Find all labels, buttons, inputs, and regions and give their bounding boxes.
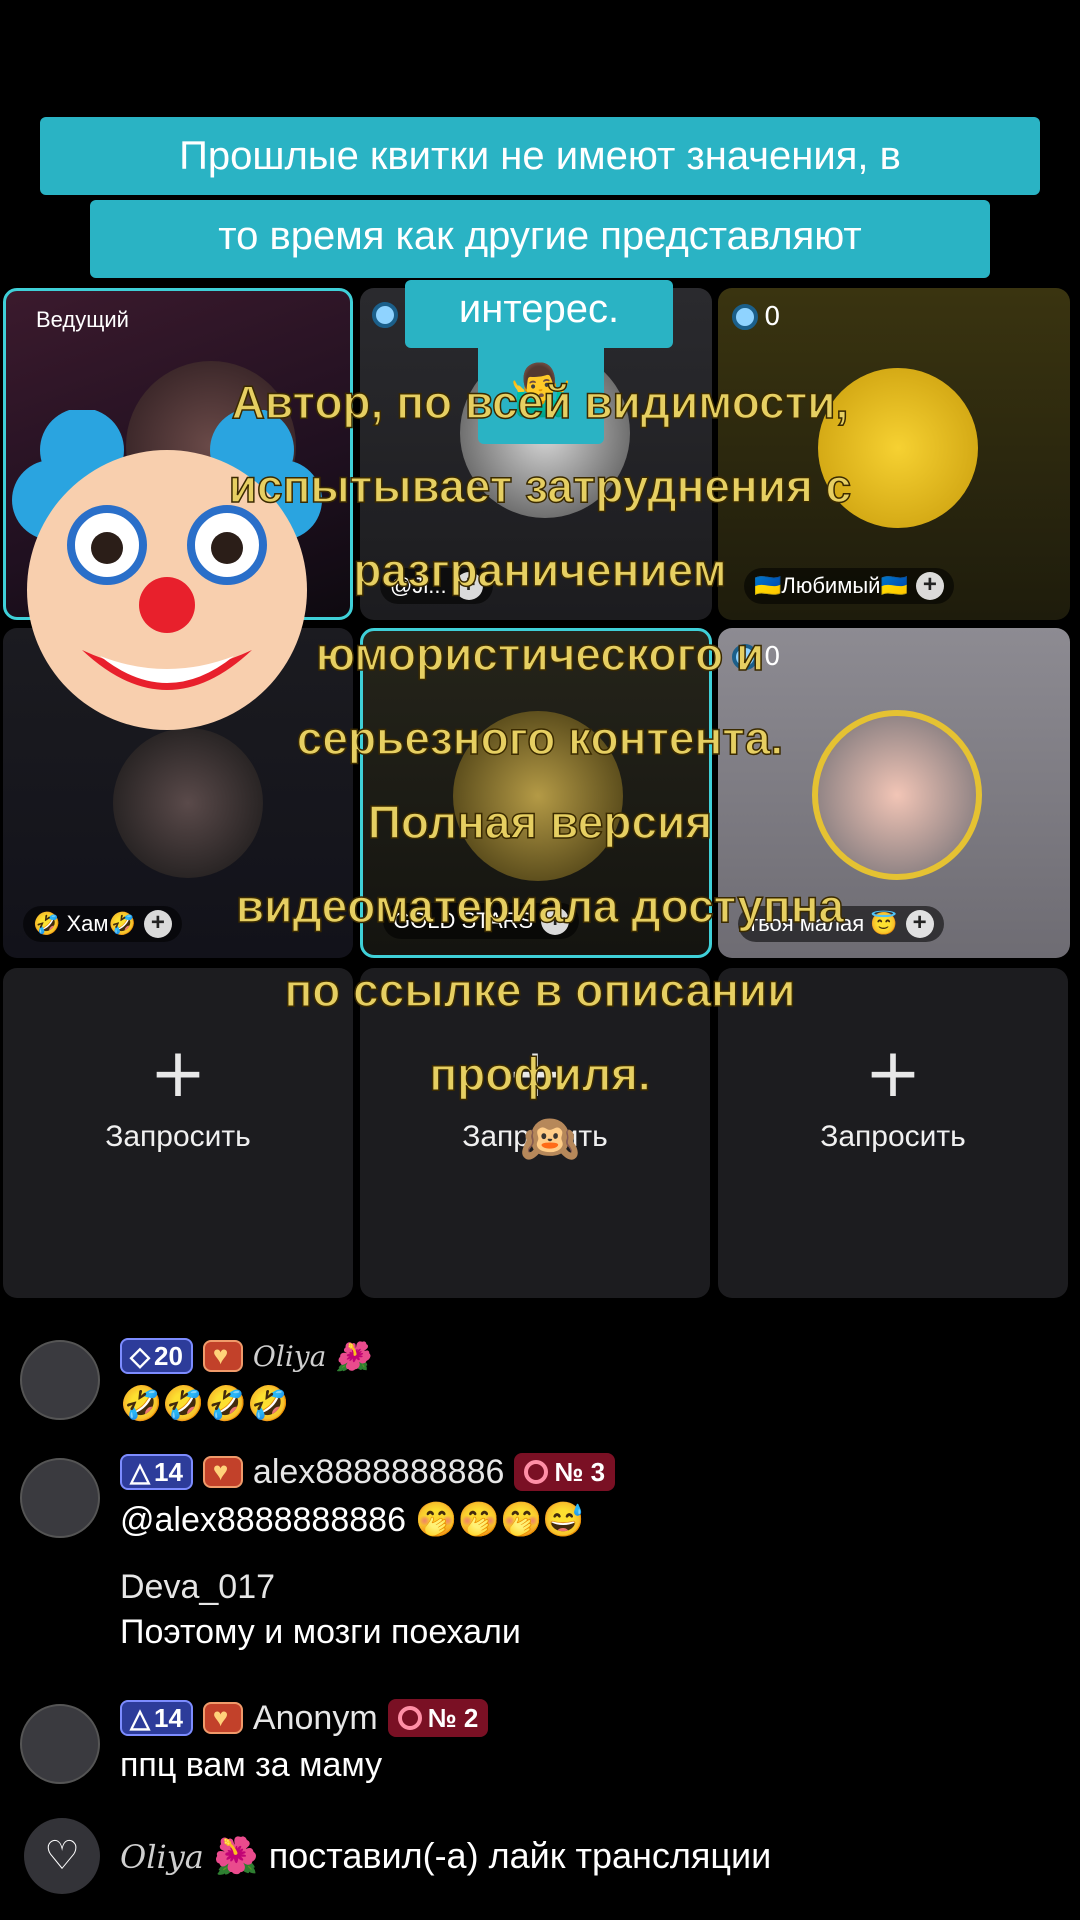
chat-body: △ 14 Anonym № 2 ппц вам за маму <box>120 1696 489 1785</box>
rank-value: № 3 <box>554 1456 606 1487</box>
chat-body: ◇ 20 Oliya 🌺 🤣🤣🤣🤣 <box>120 1334 370 1424</box>
username[interactable]: Anonym <box>253 1699 378 1738</box>
rank-badge: № 2 <box>387 1699 489 1737</box>
level-value: 14 <box>154 1702 183 1733</box>
overlay-line: юмористического и <box>315 627 765 681</box>
username[interactable]: Oliya <box>120 1838 204 1876</box>
heart-icon[interactable]: ♡ <box>24 1818 100 1894</box>
username[interactable]: Deva_017 <box>120 1568 521 1607</box>
rank-ring-icon <box>524 1460 549 1484</box>
overlay-text: Автор, по всей видимости, испытывает зат… <box>100 360 980 1116</box>
message-text: Поэтому и мозги поехали <box>120 1613 521 1651</box>
like-message: поставил(-а) лайк трансляции <box>268 1835 772 1876</box>
caption-line: Прошлые квитки не имеют значения, в <box>40 117 1040 195</box>
overlay-line: по ссылке в описании <box>284 963 797 1017</box>
like-text: Oliya 🌺 поставил(-а) лайк трансляции <box>120 1835 771 1877</box>
chat-body: Deva_017 Поэтому и мозги поехали <box>120 1568 521 1652</box>
fan-badge-icon <box>202 1456 243 1488</box>
star-icon <box>732 304 758 330</box>
overlay-line: Автор, по всей видимости, <box>231 375 849 429</box>
level-badge: △ 14 <box>120 1700 193 1736</box>
host-label: Ведущий <box>36 307 129 332</box>
request-label: Запросить <box>820 1120 966 1153</box>
level-badge: ◇ 20 <box>120 1338 193 1374</box>
viewer-count-badge: 0 <box>732 302 781 332</box>
avatar[interactable] <box>20 1704 100 1784</box>
rank-ring-icon <box>397 1706 422 1730</box>
overlay-line: видеоматериала доступна <box>235 879 845 933</box>
star-icon <box>372 302 398 328</box>
hear-no-evil-monkey-icon: 🙉 <box>520 1111 580 1167</box>
count-value: 0 <box>764 302 781 332</box>
avatar[interactable] <box>20 1458 100 1538</box>
message-text: @alex8888888886 🤭🤭🤭😅 <box>120 1501 585 1539</box>
like-notification: ♡ Oliya 🌺 поставил(-а) лайк трансляции <box>24 1818 771 1894</box>
username[interactable]: alex8888888886 <box>253 1453 504 1492</box>
level-value: 20 <box>154 1340 183 1371</box>
fan-badge-icon <box>202 1340 243 1372</box>
caption-line: то время как другие представляют <box>90 200 990 278</box>
username[interactable]: Oliya 🌺 <box>253 1340 370 1373</box>
rank-badge: № 3 <box>514 1453 616 1491</box>
overlay-line: разграничением <box>353 543 728 597</box>
level-value: 14 <box>154 1456 183 1487</box>
level-badge: △ 14 <box>120 1454 193 1490</box>
overlay-line: профиля. <box>429 1047 652 1101</box>
overlay-line: серьезного контента. <box>296 711 784 765</box>
avatar[interactable] <box>20 1340 100 1420</box>
rank-value: № 2 <box>427 1702 479 1733</box>
overlay-line: испытывает затруднения с <box>228 459 852 513</box>
request-label: Запросить <box>105 1120 251 1153</box>
message-text: ппц вам за маму <box>120 1746 383 1784</box>
overlay-line: Полная версия <box>367 795 713 849</box>
fan-badge-icon <box>202 1702 243 1734</box>
caption-line: интерес. <box>405 280 673 348</box>
chat-body: △ 14 alex8888888886 № 3 @alex8888888886 … <box>120 1450 616 1540</box>
message-text: 🤣🤣🤣🤣 <box>120 1385 290 1423</box>
viewer-count-badge <box>372 302 398 328</box>
flower-emoji-icon: 🌺 <box>213 1835 259 1876</box>
